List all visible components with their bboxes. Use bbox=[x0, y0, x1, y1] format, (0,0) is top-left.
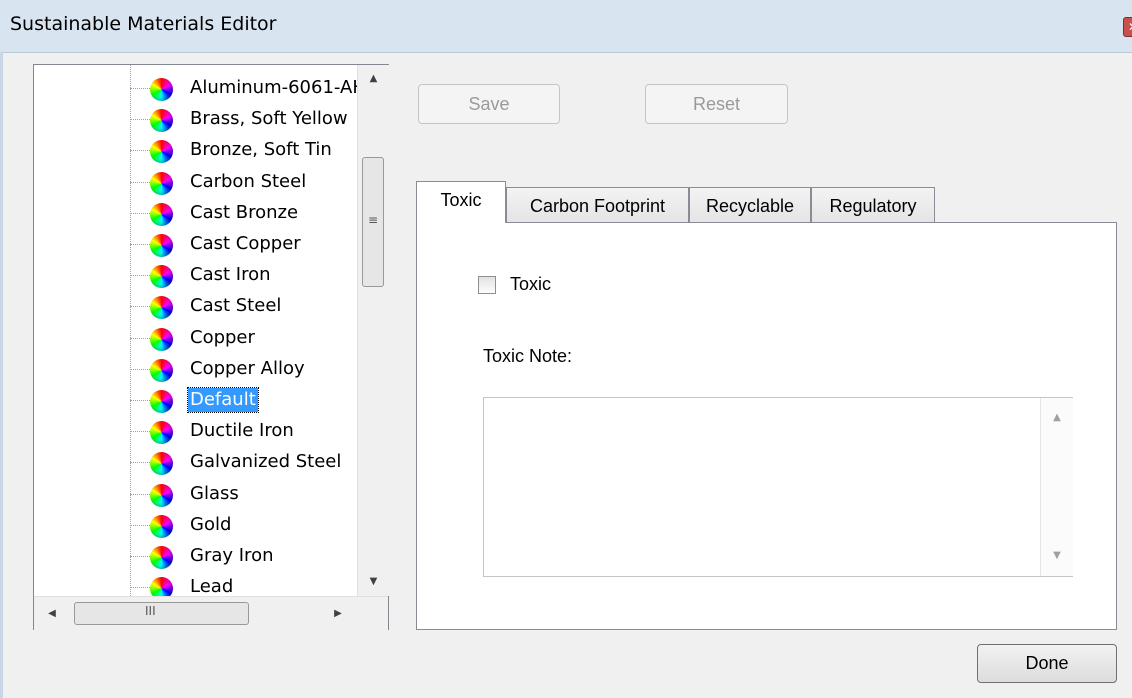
toxic-checkbox[interactable] bbox=[478, 276, 496, 294]
tree-item[interactable]: Cast Steel bbox=[130, 291, 356, 322]
tree-item-label: Gold bbox=[190, 513, 232, 535]
tab-carbon-footprint[interactable]: Carbon Footprint bbox=[506, 187, 689, 223]
tree-horizontal-scrollbar[interactable]: ◀ III ▶ bbox=[34, 596, 388, 630]
tree-connector-line bbox=[130, 462, 150, 464]
material-color-icon bbox=[150, 78, 173, 101]
toxic-checkbox-label[interactable]: Toxic bbox=[510, 272, 551, 296]
tree-connector-line bbox=[130, 524, 150, 526]
tree-item-label: Cast Copper bbox=[190, 233, 301, 254]
tree-item[interactable]: Bronze, Soft Tin bbox=[130, 135, 356, 166]
material-color-icon bbox=[150, 546, 173, 569]
scroll-up-icon[interactable]: ▲ bbox=[358, 65, 389, 93]
tree-item[interactable]: Galvanized Steel bbox=[130, 447, 356, 478]
scroll-up-icon[interactable]: ▲ bbox=[1041, 404, 1073, 432]
tree-item-label: Gray Iron bbox=[190, 545, 274, 566]
tree-item-label: Galvanized Steel bbox=[190, 451, 342, 473]
scroll-right-icon[interactable]: ▶ bbox=[324, 597, 352, 630]
toxic-note-label: Toxic Note: bbox=[483, 346, 573, 366]
tab-recyclable[interactable]: Recyclable bbox=[689, 187, 811, 223]
tree-item[interactable]: Copper Alloy bbox=[130, 354, 356, 385]
tree-item-label: Carbon Steel bbox=[190, 170, 307, 192]
material-color-icon bbox=[150, 109, 173, 133]
tree-connector-line bbox=[130, 150, 150, 152]
close-icon[interactable]: ✕ bbox=[1123, 17, 1132, 37]
tree-item-label: Bronze, Soft Tin bbox=[190, 139, 332, 161]
tree-item-label: Cast Steel bbox=[190, 295, 282, 317]
toxic-note-textarea[interactable] bbox=[483, 397, 1073, 577]
material-color-icon bbox=[150, 421, 173, 445]
tree-item[interactable]: Ductile Iron bbox=[130, 416, 356, 447]
tree-item-label: Aluminum-6061-AHC bbox=[190, 77, 358, 98]
tree-connector-line bbox=[130, 244, 150, 245]
tree-item[interactable]: Gray Iron bbox=[130, 541, 356, 572]
tree-item[interactable]: Lead bbox=[130, 572, 356, 596]
tree-connector-line bbox=[130, 337, 150, 339]
title-bar: Sustainable Materials Editor ✕ bbox=[0, 0, 1132, 53]
material-color-icon bbox=[150, 452, 173, 476]
vertical-scroll-thumb[interactable]: ≡ bbox=[362, 157, 384, 287]
horizontal-scroll-thumb[interactable]: III bbox=[74, 602, 249, 625]
tree-vertical-scrollbar[interactable]: ▲ ≡ ▼ bbox=[357, 65, 389, 596]
material-color-icon bbox=[150, 390, 173, 413]
tree-connector-line bbox=[130, 556, 150, 557]
material-color-icon bbox=[150, 483, 173, 507]
tree-item-label: Default bbox=[187, 387, 259, 413]
note-vertical-scrollbar[interactable]: ▲ ▼ bbox=[1040, 398, 1073, 576]
reset-button[interactable]: Reset bbox=[645, 84, 788, 124]
grip-icon: ≡ bbox=[368, 213, 379, 227]
material-color-icon bbox=[150, 234, 173, 257]
tab-toxic[interactable]: Toxic bbox=[416, 181, 506, 223]
tree-connector-line bbox=[130, 400, 150, 401]
tree-connector-line bbox=[130, 368, 150, 370]
tree-item-label: Lead bbox=[190, 576, 234, 596]
material-color-icon bbox=[150, 140, 173, 164]
tree-item-label: Glass bbox=[190, 482, 239, 504]
materials-tree[interactable]: Aluminum-6061-AHC Brass, Soft Yellow Bronz… bbox=[33, 64, 389, 630]
material-color-icon bbox=[150, 327, 173, 351]
scroll-down-icon[interactable]: ▼ bbox=[358, 568, 389, 596]
tree-item-label: Ductile Iron bbox=[190, 420, 294, 442]
material-color-icon bbox=[150, 202, 173, 226]
material-color-icon bbox=[150, 358, 173, 382]
material-color-icon bbox=[150, 577, 173, 596]
tree-item[interactable]: Cast Copper bbox=[130, 229, 356, 260]
tree-connector-line bbox=[130, 212, 150, 214]
tree-connector-line bbox=[130, 306, 150, 308]
tree-connector-line bbox=[130, 119, 150, 121]
tree-item-label: Cast Bronze bbox=[190, 201, 299, 223]
tree-connector-line bbox=[130, 181, 150, 183]
save-button[interactable]: Save bbox=[418, 84, 560, 124]
material-color-icon bbox=[150, 514, 173, 538]
tab-regulatory[interactable]: Regulatory bbox=[811, 187, 935, 223]
done-button[interactable]: Done bbox=[977, 644, 1117, 683]
tree-item-label: Cast Iron bbox=[190, 264, 271, 286]
scroll-down-icon[interactable]: ▼ bbox=[1041, 542, 1073, 570]
tree-item[interactable]: Copper bbox=[130, 323, 356, 354]
grip-icon: III bbox=[145, 604, 156, 618]
tree-connector-line bbox=[130, 587, 150, 589]
tree-connector-line bbox=[130, 88, 150, 89]
window-title: Sustainable Materials Editor bbox=[10, 13, 277, 35]
tree-item-label: Copper Alloy bbox=[190, 357, 305, 379]
editor-window: Sustainable Materials Editor ✕ Aluminum-… bbox=[0, 0, 1132, 698]
tree-item-label: Copper bbox=[190, 326, 255, 348]
material-color-icon bbox=[150, 296, 173, 320]
tree-connector-line bbox=[130, 493, 150, 495]
scroll-left-icon[interactable]: ◀ bbox=[38, 597, 66, 630]
tree-item[interactable]: Glass bbox=[130, 479, 356, 510]
tree-item[interactable]: Gold bbox=[130, 510, 356, 541]
tree-connector-line bbox=[130, 431, 150, 433]
tree-item[interactable]: Aluminum-6061-AHC bbox=[130, 73, 358, 104]
tree-connector-line bbox=[130, 275, 150, 277]
tree-item[interactable]: Default bbox=[130, 385, 356, 416]
material-color-icon bbox=[150, 171, 173, 195]
tree-item-label: Brass, Soft Yellow bbox=[190, 108, 348, 130]
tree-content: Aluminum-6061-AHC Brass, Soft Yellow Bronz… bbox=[34, 65, 358, 596]
window-border bbox=[0, 52, 3, 698]
tree-item[interactable]: Brass, Soft Yellow bbox=[130, 104, 356, 135]
tree-item[interactable]: Cast Iron bbox=[130, 260, 356, 291]
tree-item[interactable]: Cast Bronze bbox=[130, 198, 356, 229]
tree-item[interactable]: Carbon Steel bbox=[130, 167, 356, 198]
material-color-icon bbox=[150, 265, 173, 289]
